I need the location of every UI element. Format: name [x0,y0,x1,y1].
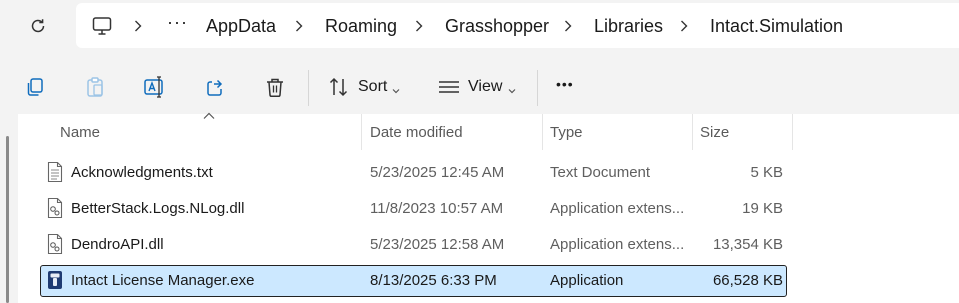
chevron-down-icon[interactable] [392,82,400,94]
exe-app-icon [48,271,62,289]
address-bar-row: ··· AppData Roaming Grasshopper Librarie… [0,0,959,52]
copy-icon [27,78,43,96]
paste-icon [87,77,103,97]
column-divider[interactable] [361,114,362,150]
breadcrumb-intact-simulation[interactable]: Intact.Simulation [710,16,843,37]
column-divider[interactable] [542,114,543,150]
toolbar-divider [308,70,309,106]
address-bar[interactable]: ··· AppData Roaming Grasshopper Librarie… [76,3,959,48]
dll-file-icon [47,233,63,255]
file-size: 13,354 KB [712,235,783,253]
chevron-right-icon[interactable] [562,17,574,35]
sort-icon [329,77,348,97]
sort-ascending-icon [203,112,215,119]
file-size: 66,528 KB [712,271,783,289]
dll-file-icon [47,197,63,219]
refresh-button[interactable] [24,14,52,38]
breadcrumb-roaming[interactable]: Roaming [325,16,397,37]
column-header-date[interactable]: Date modified [370,114,463,150]
file-name: Intact License Manager.exe [71,271,255,289]
rename-button[interactable] [142,74,168,100]
column-divider[interactable] [792,114,793,150]
chevron-right-icon[interactable] [293,17,305,35]
file-date: 8/13/2025 6:33 PM [370,271,497,289]
breadcrumb-appdata[interactable]: AppData [206,16,276,37]
file-size: 5 KB [750,163,783,181]
paste-button[interactable] [82,74,108,100]
file-row-selected[interactable]: Intact License Manager.exe 8/13/2025 6:3… [18,264,959,300]
view-icon [439,81,459,93]
view-button[interactable] [436,74,462,100]
file-date: 11/8/2023 10:57 AM [370,199,504,217]
chevron-right-icon[interactable] [132,17,144,35]
more-options-button[interactable]: ••• [556,76,574,92]
trash-icon [267,78,283,98]
file-type: Text Document [550,163,651,181]
file-name: DendroAPI.dll [71,235,164,253]
delete-button[interactable] [262,74,288,100]
this-pc-button[interactable] [91,15,113,37]
file-date: 5/23/2025 12:58 AM [370,235,505,253]
share-icon [207,79,223,96]
chevron-right-icon[interactable] [678,17,690,35]
text-file-icon [47,161,63,183]
file-type: Application extens... [550,199,685,217]
monitor-icon [92,17,112,35]
file-row[interactable]: Acknowledgments.txt 5/23/2025 12:45 AM T… [18,154,959,190]
file-row[interactable]: DendroAPI.dll 5/23/2025 12:58 AM Applica… [18,226,959,262]
sort-button[interactable] [326,74,352,100]
file-type: Application extens... [550,235,685,253]
file-date: 5/23/2025 12:45 AM [370,163,505,181]
refresh-icon [31,19,45,33]
command-bar: Sort View ••• [0,60,959,114]
toolbar-divider [537,70,538,106]
sort-label[interactable]: Sort [358,78,387,96]
file-row[interactable]: BetterStack.Logs.NLog.dll 11/8/2023 10:5… [18,190,959,226]
file-name: Acknowledgments.txt [71,163,213,181]
file-size: 19 KB [742,199,783,217]
share-button[interactable] [202,74,228,100]
breadcrumb-grasshopper[interactable]: Grasshopper [445,16,549,37]
column-header-name[interactable]: Name [60,114,100,150]
chevron-down-icon[interactable] [508,82,516,94]
chevron-right-icon[interactable] [413,17,425,35]
file-name: BetterStack.Logs.NLog.dll [71,199,245,217]
column-header-type[interactable]: Type [550,114,583,150]
copy-button[interactable] [22,74,48,100]
breadcrumb-overflow-button[interactable]: ··· [167,12,188,33]
column-header-size[interactable]: Size [700,114,729,150]
breadcrumb-libraries[interactable]: Libraries [594,16,663,37]
file-type: Application [550,271,624,289]
vertical-scrollbar[interactable] [6,136,9,303]
view-label[interactable]: View [468,78,502,96]
file-list: Name Date modified Type Size Acknowledgm… [18,112,959,303]
column-divider[interactable] [692,114,693,150]
rename-icon [144,76,163,98]
